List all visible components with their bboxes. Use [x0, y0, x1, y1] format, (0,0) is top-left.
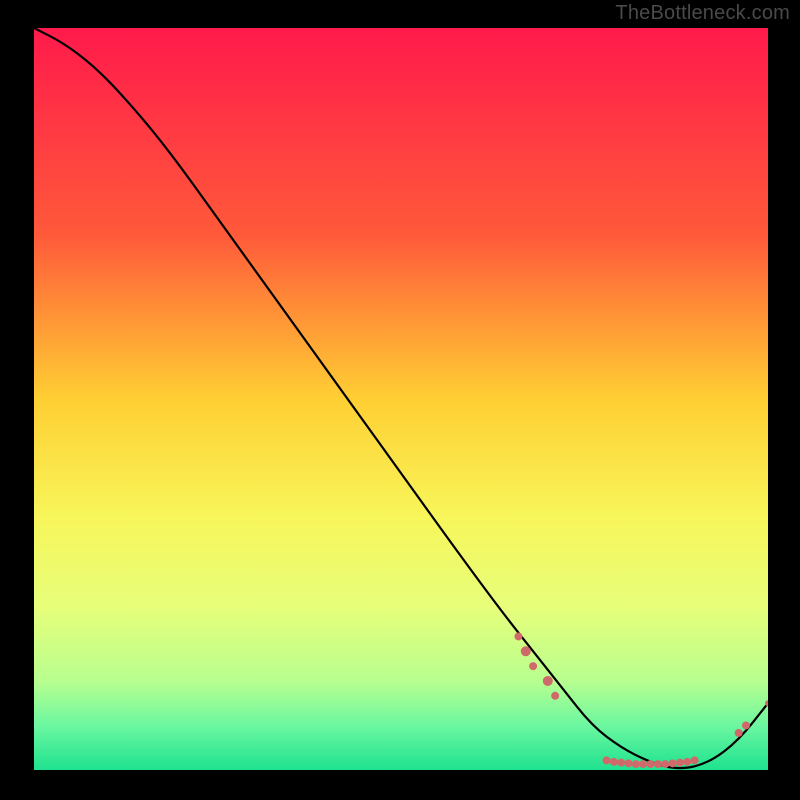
bottleneck-plot — [34, 28, 768, 770]
watermark-text: TheBottleneck.com — [615, 2, 790, 25]
marker-point — [551, 692, 559, 700]
marker-point — [742, 721, 750, 729]
marker-point — [647, 760, 655, 768]
marker-point — [603, 756, 611, 764]
marker-point — [735, 729, 743, 737]
marker-point — [639, 760, 647, 768]
marker-point — [683, 758, 691, 766]
marker-point — [625, 759, 633, 767]
marker-point — [514, 632, 522, 640]
marker-point — [654, 760, 662, 768]
marker-point — [632, 760, 640, 768]
marker-point — [543, 676, 553, 686]
marker-point — [529, 662, 537, 670]
marker-point — [610, 758, 618, 766]
marker-point — [661, 760, 669, 768]
marker-point — [521, 646, 531, 656]
marker-point — [617, 759, 625, 767]
marker-point — [676, 759, 684, 767]
plot-svg — [34, 28, 768, 770]
chart-frame: TheBottleneck.com — [0, 0, 800, 800]
marker-point — [691, 756, 699, 764]
marker-point — [669, 759, 677, 767]
plot-background — [34, 28, 768, 770]
